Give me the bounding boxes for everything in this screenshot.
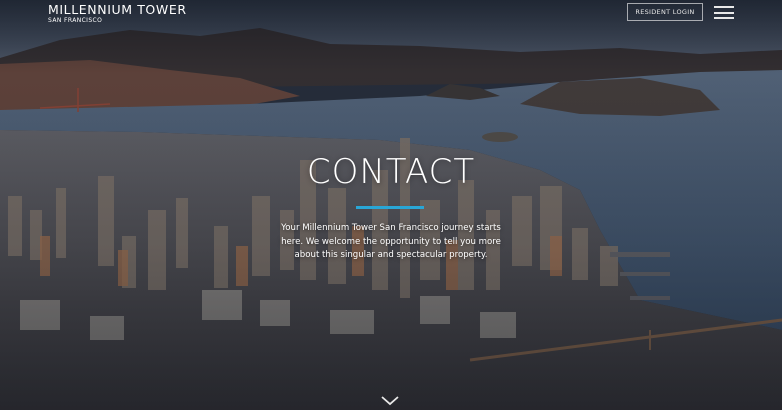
brand-location: SAN FRANCISCO xyxy=(48,17,103,24)
hero-overlay xyxy=(0,0,782,410)
resident-login-button[interactable]: RESIDENT LOGIN xyxy=(627,3,703,21)
brand-name: MILLENNIUM TOWER xyxy=(48,2,187,17)
hero-intro-text: Your Millennium Tower San Francisco jour… xyxy=(281,223,501,260)
brand-logo[interactable]: MILLENNIUM TOWER SAN FRANCISCO xyxy=(48,2,187,24)
hamburger-menu-icon[interactable] xyxy=(714,6,734,19)
chevron-down-icon[interactable] xyxy=(381,396,399,406)
page-title: CONTACT xyxy=(306,152,476,192)
page: MILLENNIUM TOWER SAN FRANCISCO RESIDENT … xyxy=(0,0,782,410)
title-accent-divider xyxy=(356,206,424,209)
